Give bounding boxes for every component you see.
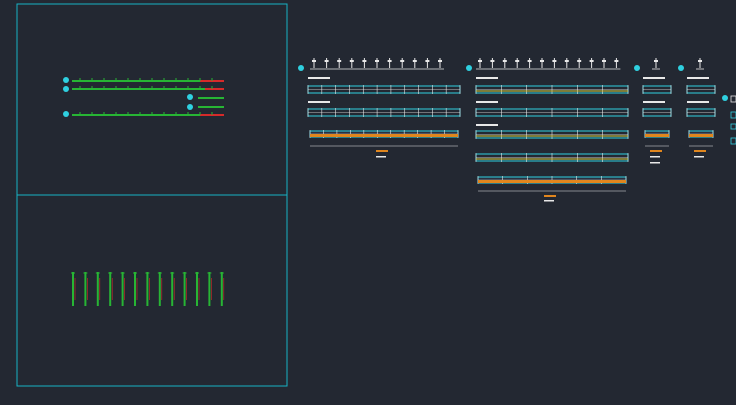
- beam-fill-orange: [645, 134, 669, 137]
- beam-strip: [642, 85, 672, 94]
- beam-strip: [475, 153, 629, 162]
- title-bar: [476, 124, 498, 126]
- column-head-cap: [502, 60, 507, 62]
- axis-marker: [187, 104, 193, 110]
- beam-strip: [642, 108, 672, 117]
- column-head-cap: [490, 60, 495, 62]
- column-head-cap: [577, 60, 582, 62]
- column-head-cap: [527, 60, 532, 62]
- beam-strip: [307, 108, 461, 117]
- cad-canvas[interactable]: [0, 0, 736, 405]
- label-tag: [694, 156, 704, 158]
- column-head-cap: [614, 60, 619, 62]
- label-tag: [650, 156, 660, 158]
- axis-marker: [63, 111, 69, 117]
- column-head-cap: [324, 60, 329, 62]
- axis-marker: [63, 86, 69, 92]
- column-head-cap: [515, 60, 520, 62]
- column-head-cap: [387, 60, 392, 62]
- label-tag: [650, 150, 662, 152]
- column-head-cap: [425, 60, 430, 62]
- column-head-cap: [698, 60, 702, 62]
- title-bar: [643, 77, 665, 79]
- label-tag: [650, 162, 660, 164]
- beam-strip: [307, 85, 461, 94]
- section-marker: [298, 65, 304, 71]
- title-bar: [643, 101, 665, 103]
- label-tag: [544, 200, 554, 202]
- beam-strip: [686, 108, 716, 117]
- title-bar: [687, 101, 709, 103]
- axis-marker: [63, 77, 69, 83]
- beam-strip: [475, 85, 629, 94]
- column-head-cap: [362, 60, 367, 62]
- column-head-cap: [552, 60, 557, 62]
- section-marker: [634, 65, 640, 71]
- column-head-cap: [654, 60, 658, 62]
- column-head-cap: [589, 60, 594, 62]
- column-head-cap: [412, 60, 417, 62]
- column-head-cap: [564, 60, 569, 62]
- beam-fill-orange: [310, 134, 458, 137]
- label-tag: [376, 156, 386, 158]
- label-tag: [544, 195, 556, 197]
- column-head-cap: [400, 60, 405, 62]
- column-head-cap: [349, 60, 354, 62]
- label-tag: [694, 150, 706, 152]
- column-head-cap: [438, 60, 442, 62]
- label-tag: [376, 150, 388, 152]
- beam-fill-orange: [478, 180, 626, 183]
- section-marker: [678, 65, 684, 71]
- title-bar: [308, 77, 330, 79]
- axis-marker: [187, 94, 193, 100]
- section-marker: [722, 95, 728, 101]
- beam-strip: [475, 108, 629, 117]
- beam-fill-orange: [689, 134, 713, 137]
- column-head-cap: [478, 60, 482, 62]
- title-bar: [308, 101, 330, 103]
- title-bar: [476, 77, 498, 79]
- column-head-cap: [602, 60, 606, 62]
- title-bar: [476, 101, 498, 103]
- model-space-background: [0, 0, 736, 405]
- beam-strip: [475, 130, 629, 139]
- title-bar: [687, 77, 709, 79]
- column-head-cap: [540, 60, 544, 62]
- column-head-cap: [337, 60, 342, 62]
- column-head-cap: [375, 60, 379, 62]
- beam-strip: [686, 85, 716, 94]
- section-marker: [466, 65, 472, 71]
- column-head-cap: [312, 60, 316, 62]
